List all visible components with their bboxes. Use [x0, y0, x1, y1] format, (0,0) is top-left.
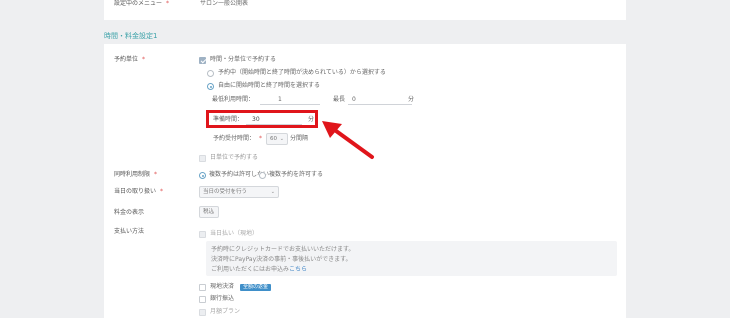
min-time-input[interactable] [260, 95, 320, 105]
option-fixed-label: 予約中（開始時間と終了時間が決められている）から選択する [218, 69, 386, 76]
simultaneous-on-label: 複数予約を許可する [269, 171, 324, 178]
sameday-select[interactable]: 当日の受付を行う ⌄ [199, 186, 279, 198]
red-arrow-icon [322, 121, 374, 159]
option-fixed-radio[interactable] [207, 70, 214, 77]
interval-label: 準備時間： [213, 116, 244, 123]
top-card [104, 0, 626, 20]
max-time-label: 最長 [333, 96, 346, 103]
max-time-value: 0 [352, 96, 356, 103]
other-payment-checkbox[interactable] [199, 309, 206, 316]
reservation-unit-label: 予約単位 * [114, 56, 146, 63]
max-time-unit: 分 [408, 96, 415, 103]
payment-note-line1: 予約時にクレジットカードでお支払いいただけます。 [211, 246, 355, 253]
menu-label: 設定中のメニュー * [114, 0, 170, 7]
min-time-value: 1 [278, 96, 282, 103]
fee-display-label: 料金の表示 [114, 209, 145, 216]
day-unit-checkbox[interactable] [199, 155, 206, 162]
bank-payment-label: 銀行振込 [210, 295, 235, 302]
start-interval-label: 予約受付時間： * [213, 135, 263, 142]
payment-note-line3: ご利用いただくにはお申込みこちら [211, 266, 308, 273]
simultaneous-on-radio[interactable] [259, 172, 266, 179]
start-interval-unit: 分間隔 [290, 135, 309, 142]
payment-label: 支払い方法 [114, 228, 145, 235]
simultaneous-off-radio[interactable] [199, 172, 206, 179]
sameday-label: 当日の取り扱い * [114, 188, 164, 195]
time-unit-checkbox[interactable] [199, 57, 206, 64]
section-title: 時間・料金設定1 [104, 32, 158, 40]
interval-value: 30 [252, 116, 260, 123]
onsite-payment-label: 当日払い（現地） [210, 230, 259, 237]
apply-link[interactable]: こちら [289, 266, 307, 273]
bank-payment-checkbox[interactable] [199, 296, 206, 303]
max-time-input[interactable] [348, 95, 412, 105]
onsite-payment-checkbox[interactable] [199, 231, 206, 238]
other-payment-label: 月額プラン [210, 308, 241, 315]
interval-unit: 分 [308, 116, 315, 123]
cash-badge: 全額の返金 [240, 284, 272, 291]
option-free-radio[interactable] [207, 83, 214, 90]
menu-value: サロン一般公開表 [200, 0, 249, 7]
min-time-label: 最低利用時間： [212, 96, 255, 103]
payment-note-line2: 決済時にPayPay決済の事前・事後払いができます。 [211, 256, 352, 263]
start-interval-select[interactable]: 60 ⌄ [266, 133, 288, 145]
option-free-label: 自由に開始時間と終了時間を選択する [218, 82, 321, 89]
cash-payment-label: 現地決済 [210, 283, 235, 290]
settings-card [104, 44, 626, 318]
simultaneous-label: 同時利用制限 * [114, 171, 158, 178]
time-unit-checkbox-label: 時間・分単位で予約する [210, 56, 277, 63]
fee-display-select[interactable]: 税込 ⌄ [199, 206, 219, 218]
day-unit-label: 日単位で予約する [210, 154, 259, 161]
cash-payment-checkbox[interactable] [199, 284, 206, 291]
